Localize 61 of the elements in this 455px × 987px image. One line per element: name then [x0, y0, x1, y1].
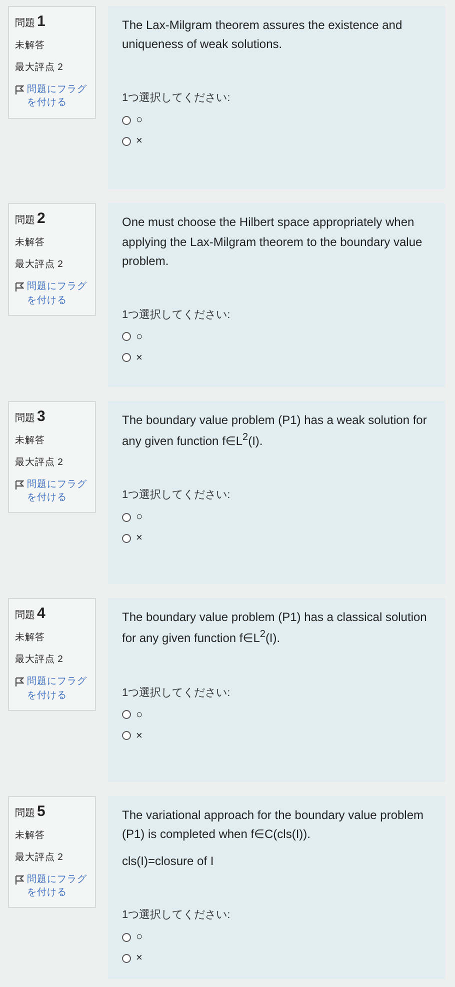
flag-question-link[interactable]: 問題にフラグを付ける: [27, 83, 89, 110]
answer-option[interactable]: ○: [122, 511, 143, 524]
question-text: The boundary value problem (P1) has a classical solution for any given function f∈L$^{2}$(I).: [122, 609, 428, 648]
radio-button[interactable]: [122, 710, 131, 720]
max-mark: 最大評点 2: [15, 61, 64, 74]
answer-option[interactable]: ×: [122, 730, 142, 742]
question-number: 5: [37, 802, 46, 820]
answer-option[interactable]: ×: [122, 135, 142, 148]
question-text: cls(I)=closure of I: [122, 853, 215, 870]
question-number: 3: [37, 408, 46, 425]
answer-option[interactable]: ○: [122, 330, 143, 343]
question-number: 1: [37, 13, 46, 30]
question-status: 未解答: [15, 631, 46, 644]
radio-button[interactable]: [122, 954, 131, 963]
radio-button[interactable]: [122, 332, 131, 342]
flag-icon: [15, 480, 24, 490]
question-status: 未解答: [15, 236, 46, 250]
question-label: 問題: [15, 806, 35, 820]
question-text: One must choose the Hilbert space appropriately when applying the Lax-Milgram theorem to the boundary value problem.: [122, 214, 424, 270]
radio-button[interactable]: [122, 353, 131, 362]
flag-question-link[interactable]: 問題にフラグを付ける: [27, 675, 89, 702]
flag-icon: [15, 874, 24, 885]
answer-option[interactable]: ○: [122, 931, 143, 944]
question-text: The Lax-Milgram theorem assures the existence and uniqueness of weak solutions.: [122, 17, 404, 54]
question-label: 問題: [15, 17, 35, 30]
flag-question-link[interactable]: 問題にフラグを付ける: [27, 280, 89, 307]
flag-icon: [15, 677, 24, 688]
max-mark: 最大評点 2: [15, 850, 64, 864]
question-status: 未解答: [15, 39, 46, 52]
question-label: 問題: [15, 214, 35, 228]
flag-icon: [15, 282, 24, 292]
answer-option[interactable]: ○: [122, 708, 143, 721]
max-mark: 最大評点 2: [15, 456, 64, 469]
flag-question-link[interactable]: 問題にフラグを付ける: [27, 872, 89, 900]
max-mark: 最大評点 2: [15, 653, 64, 666]
radio-button[interactable]: [122, 116, 131, 125]
answer-prompt: 1つ選択してください:: [122, 91, 232, 106]
radio-button[interactable]: [122, 932, 131, 942]
radio-button[interactable]: [122, 512, 131, 522]
question-status: 未解答: [15, 828, 46, 842]
answer-prompt: 1つ選択してください:: [122, 686, 232, 700]
flag-question-link[interactable]: 問題にフラグを付ける: [27, 478, 89, 504]
question-text: The variational approach for the boundary value problem (P1) is completed when f∈C(cls(I)).: [122, 806, 425, 843]
question-label: 問題: [15, 412, 35, 425]
question-number: 4: [37, 605, 46, 622]
answer-option[interactable]: ×: [122, 532, 142, 544]
question-label: 問題: [15, 609, 35, 622]
question-status: 未解答: [15, 434, 46, 447]
answer-option[interactable]: ×: [122, 952, 142, 964]
answer-option[interactable]: ○: [122, 114, 143, 126]
answer-prompt: 1つ選択してください:: [122, 908, 232, 922]
flag-icon: [15, 85, 24, 95]
question-number: 2: [37, 210, 46, 228]
radio-button[interactable]: [122, 731, 131, 740]
question-text: The boundary value problem (P1) has a weak solution for any given function f∈L$^{2}$(I).: [122, 412, 428, 450]
radio-button[interactable]: [122, 136, 131, 146]
radio-button[interactable]: [122, 534, 131, 543]
answer-prompt: 1つ選択してください:: [122, 488, 232, 502]
max-mark: 最大評点 2: [15, 258, 64, 272]
answer-option[interactable]: ×: [122, 352, 142, 364]
answer-prompt: 1つ選択してください:: [122, 308, 232, 322]
